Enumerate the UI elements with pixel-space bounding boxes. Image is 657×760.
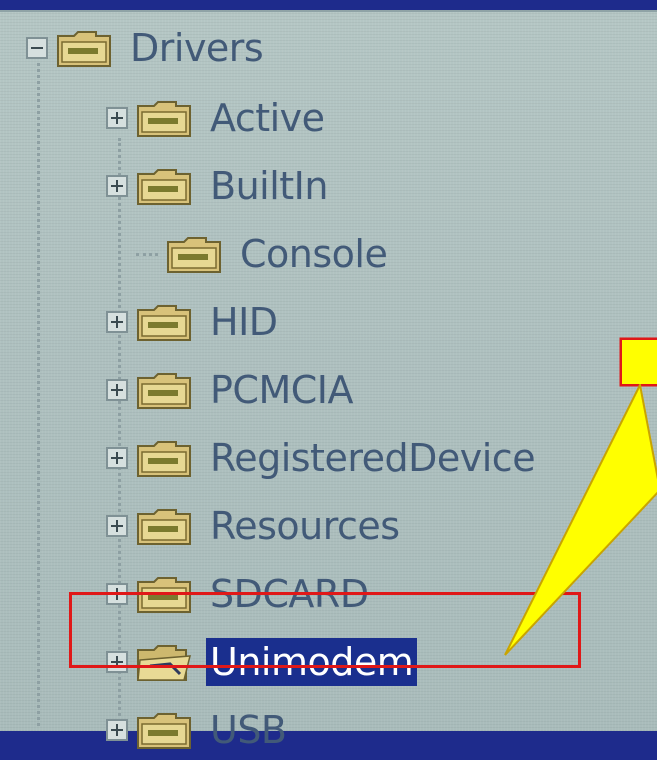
expand-icon[interactable]: [106, 719, 128, 741]
expand-icon[interactable]: [106, 447, 128, 469]
registry-folder-icon: [167, 237, 221, 273]
expand-icon[interactable]: [106, 379, 128, 401]
tree-label: PCMCIA: [210, 368, 353, 412]
collapse-icon[interactable]: [26, 37, 48, 59]
expand-icon[interactable]: [106, 175, 128, 197]
tree-node-console[interactable]: Console: [136, 224, 391, 284]
tree-label: Drivers: [130, 26, 264, 70]
tree-line-root: [37, 56, 40, 726]
registry-folder-icon: [137, 169, 191, 205]
tree-label: Console: [240, 232, 388, 276]
tree-node-hid[interactable]: HID: [106, 292, 282, 352]
tree-node-drivers[interactable]: Drivers: [26, 18, 267, 78]
tree-label: Resources: [210, 504, 400, 548]
registry-folder-icon: [137, 373, 191, 409]
annotation-highlight-box: [69, 592, 581, 668]
tree-label: USB: [210, 708, 287, 752]
tree-node-usb[interactable]: USB: [106, 700, 291, 760]
tree-label: BuiltIn: [210, 164, 328, 208]
registry-folder-icon: [137, 305, 191, 341]
registry-folder-icon: [57, 31, 111, 67]
tree-connector: [136, 252, 158, 256]
tree-label: RegisteredDevice: [210, 436, 536, 480]
tree-node-registereddevice[interactable]: RegisteredDevice: [106, 428, 539, 488]
registry-folder-icon: [137, 713, 191, 749]
tree-node-active[interactable]: Active: [106, 88, 329, 148]
tree-node-builtin[interactable]: BuiltIn: [106, 156, 332, 216]
tree-label: Active: [210, 96, 325, 140]
tree-label: HID: [210, 300, 278, 344]
expand-icon[interactable]: [106, 311, 128, 333]
registry-folder-icon: [137, 441, 191, 477]
registry-folder-icon: [137, 509, 191, 545]
expand-icon[interactable]: [106, 515, 128, 537]
tree-node-pcmcia[interactable]: PCMCIA: [106, 360, 357, 420]
registry-folder-icon: [137, 101, 191, 137]
expand-icon[interactable]: [106, 107, 128, 129]
tree-node-resources[interactable]: Resources: [106, 496, 404, 556]
